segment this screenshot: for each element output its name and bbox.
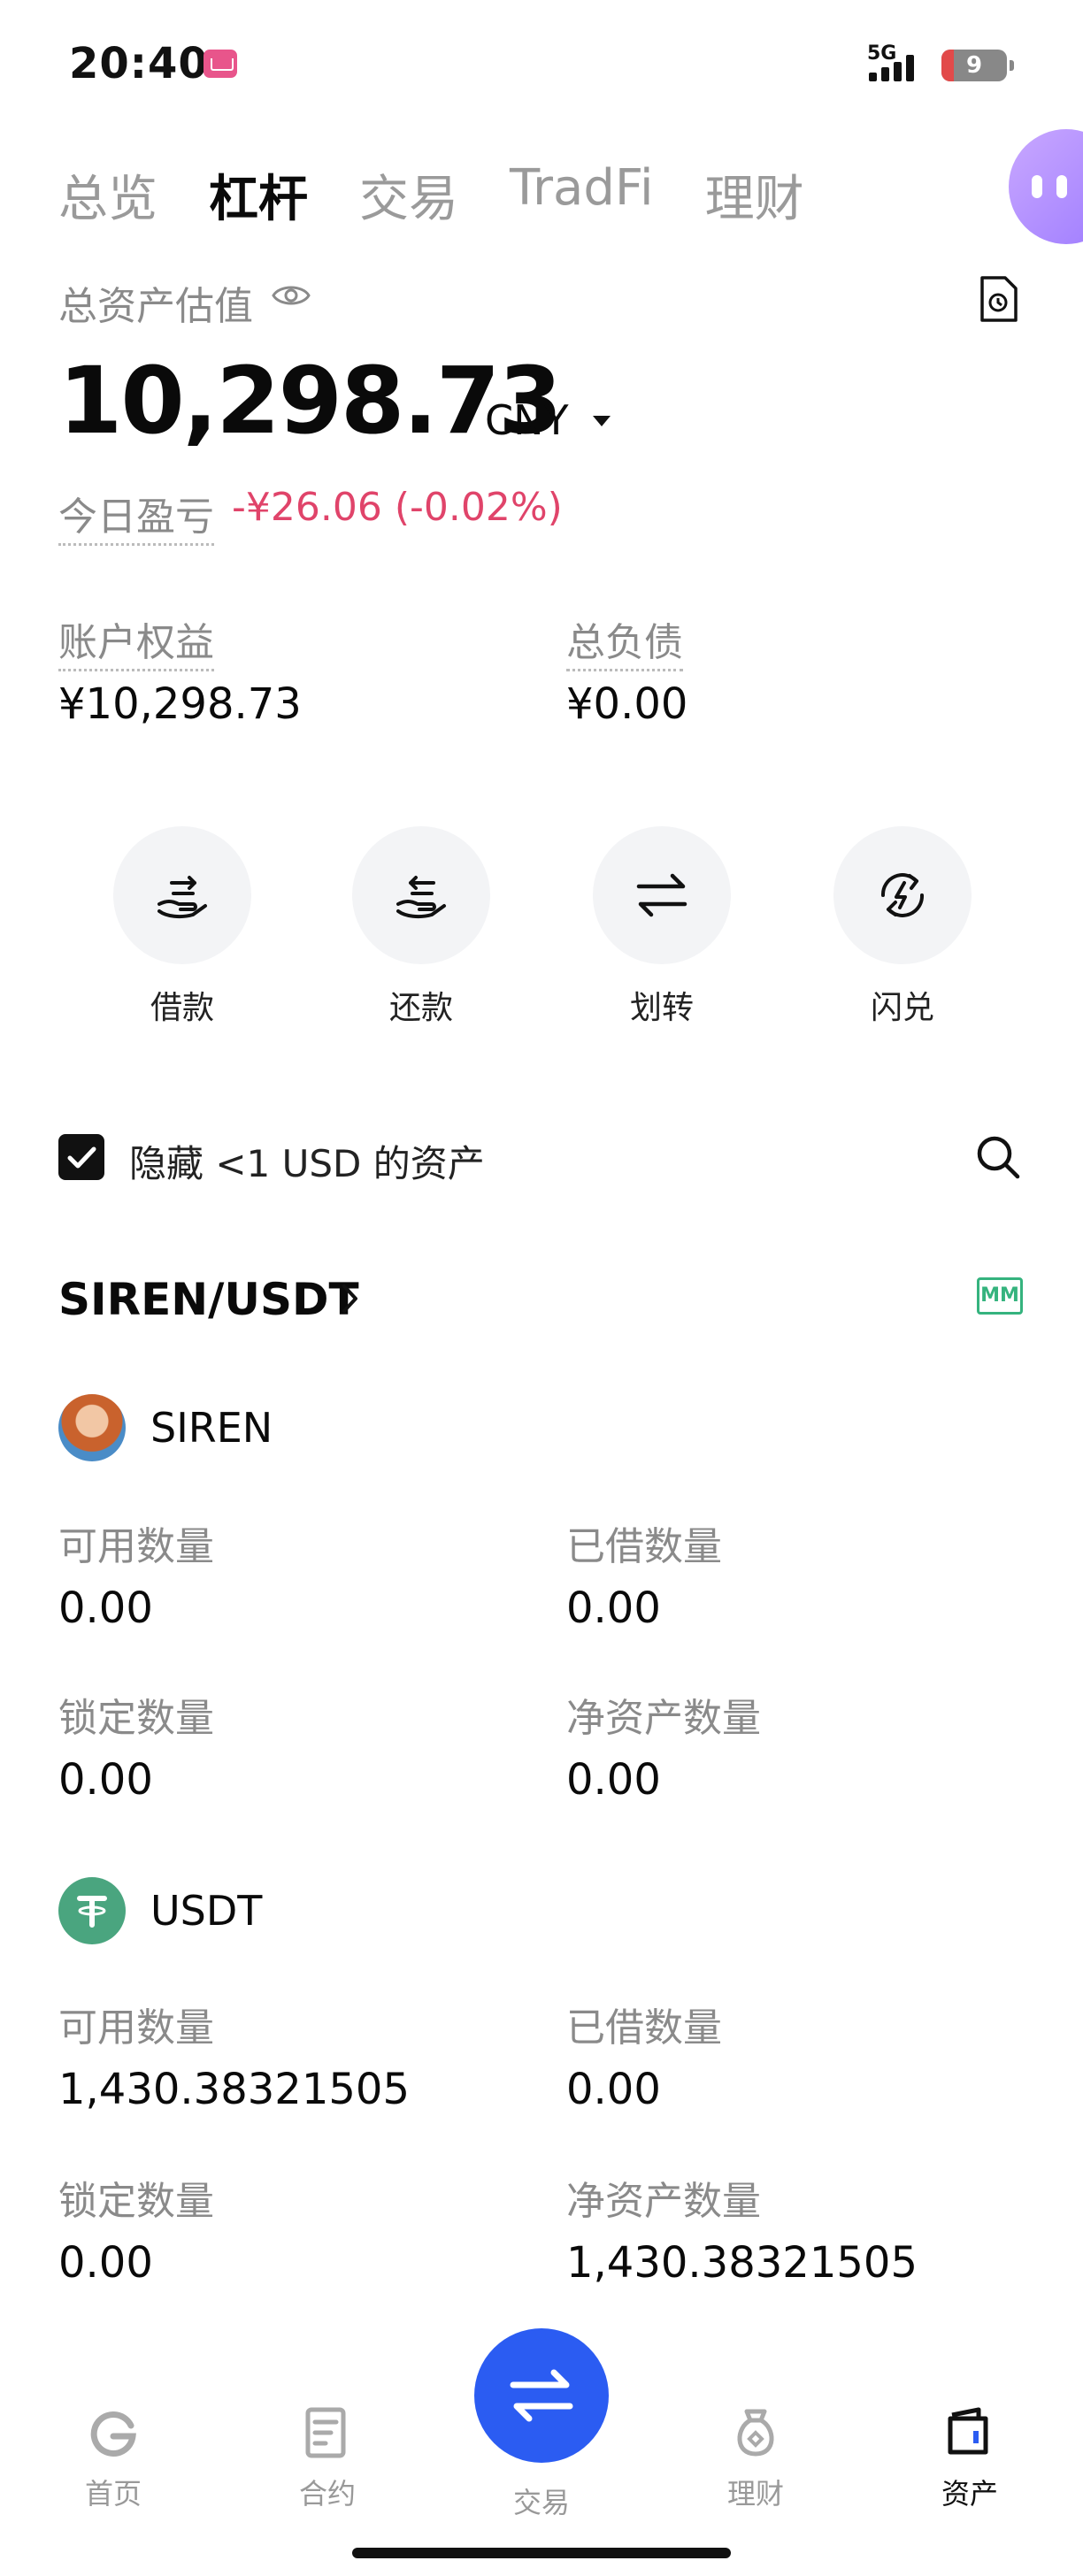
equity-value: ¥10,298.73 (58, 679, 302, 729)
tab-tradfi[interactable]: TradFi (510, 159, 654, 231)
available-label: 可用数量 (58, 2005, 214, 2051)
pair-title[interactable]: SIREN/USDT (58, 1274, 359, 1325)
hide-small-label[interactable]: 隐藏 <1 USD 的资产 (129, 1134, 485, 1188)
transfer-button[interactable]: 划转 (591, 826, 733, 1028)
checkmark-icon (67, 1146, 96, 1169)
tab-margin[interactable]: 杠杆 (209, 159, 308, 231)
nav-contract-label: 合约 (298, 2477, 356, 2511)
borrow-hand-icon (157, 876, 207, 919)
nav-trade-label: 交易 (512, 2486, 570, 2519)
available-value: 0.00 (58, 1583, 153, 1633)
asset-header-usdt: USDT (58, 1877, 262, 1944)
total-debt-value: ¥0.00 (566, 679, 688, 729)
nav-home[interactable]: 首页 (42, 2406, 184, 2512)
chevron-right-icon[interactable] (340, 1281, 361, 1316)
coin-name: SIREN (150, 1404, 273, 1452)
borrowed-label: 已借数量 (566, 1524, 722, 1569)
home-icon (90, 2411, 136, 2457)
trade-fab-button[interactable] (474, 2328, 609, 2463)
tab-earn[interactable]: 理财 (705, 159, 804, 231)
available-label: 可用数量 (58, 1524, 214, 1569)
flash-convert-button[interactable]: 闪兑 (832, 826, 973, 1028)
tab-overview[interactable]: 总览 (58, 159, 157, 231)
nav-assets-label: 资产 (941, 2477, 998, 2511)
tether-icon (77, 1896, 107, 1928)
status-time: 20:40 (69, 39, 209, 88)
caret-down-icon[interactable] (593, 416, 611, 426)
asset-header-siren: SIREN (58, 1394, 273, 1461)
contract-icon (305, 2407, 346, 2458)
today-pnl-value: -¥26.06 (-0.02%) (232, 485, 563, 530)
transfer-arrows-icon (636, 873, 687, 917)
eye-icon[interactable] (271, 278, 311, 313)
search-icon[interactable] (973, 1132, 1023, 1182)
repay-hand-icon (396, 876, 446, 919)
locked-value: 0.00 (58, 2238, 153, 2288)
coin-name: USDT (150, 1887, 263, 1935)
net-assets-label: 净资产数量 (566, 2179, 761, 2224)
borrowed-label: 已借数量 (566, 2005, 722, 2051)
transfer-label: 划转 (629, 990, 694, 1026)
finance-bag-icon (737, 2409, 774, 2457)
hide-small-checkbox[interactable] (58, 1134, 104, 1180)
today-pnl-label[interactable]: 今日盈亏 (58, 485, 214, 546)
borrow-label: 借款 (150, 990, 214, 1026)
tab-trading[interactable]: 交易 (359, 159, 458, 231)
battery-icon: 9 (941, 50, 1014, 81)
locked-value: 0.00 (58, 1755, 153, 1805)
locked-label: 锁定数量 (58, 2179, 214, 2224)
usdt-coin-icon (58, 1877, 126, 1944)
nav-assets[interactable]: 资产 (899, 2406, 1041, 2512)
nav-finance-label: 理财 (726, 2477, 784, 2511)
net-assets-value: 0.00 (566, 1755, 661, 1805)
equity-label[interactable]: 账户权益 (58, 610, 214, 671)
nav-finance[interactable]: 理财 (685, 2406, 826, 2512)
wallet-icon (948, 2407, 988, 2455)
battery-level: 9 (965, 52, 983, 79)
assistant-bot-icon[interactable] (1009, 129, 1083, 244)
total-assets-label: 总资产估值 (58, 284, 253, 329)
home-indicator (352, 2548, 731, 2558)
flash-convert-label: 闪兑 (870, 990, 934, 1026)
total-debt-label[interactable]: 总负债 (566, 610, 683, 671)
net-assets-label: 净资产数量 (566, 1696, 761, 1741)
repay-label: 还款 (388, 990, 453, 1026)
borrow-button[interactable]: 借款 (111, 826, 253, 1028)
repay-button[interactable]: 还款 (350, 826, 492, 1028)
nav-home-label: 首页 (84, 2477, 142, 2511)
mm-badge-icon[interactable]: MM (977, 1277, 1023, 1315)
signal-icon (869, 55, 914, 81)
flash-convert-icon (880, 873, 925, 917)
available-value: 1,430.38321505 (58, 2065, 410, 2114)
locked-label: 锁定数量 (58, 1696, 214, 1741)
siren-coin-icon (58, 1394, 126, 1461)
trade-swap-icon (510, 2369, 573, 2422)
nav-contract[interactable]: 合约 (257, 2406, 398, 2512)
nav-trade[interactable]: 交易 (471, 2480, 612, 2521)
borrowed-value: 0.00 (566, 1583, 661, 1633)
currency-selector[interactable]: CNY (485, 396, 569, 444)
history-document-icon[interactable] (977, 274, 1019, 324)
borrowed-value: 0.00 (566, 2065, 661, 2114)
top-tabs: 总览 杠杆 交易 TradFi 理财 (58, 159, 804, 231)
net-assets-value: 1,430.38321505 (566, 2238, 918, 2288)
app-notification-icon (204, 50, 237, 78)
